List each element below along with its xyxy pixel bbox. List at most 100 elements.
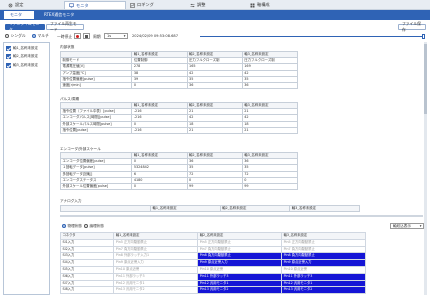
axis-list-label: 軸2_名称未設定: [13, 54, 38, 58]
tab-monitor-label: モニタ: [76, 2, 89, 8]
table-cell: 速度[r/min]: [59, 81, 133, 90]
stop-icon: [85, 34, 88, 38]
tab-monitor[interactable]: モニタ: [64, 1, 126, 9]
table-header-row: 軸1_名称未設定 軸2_名称未設定 軸3_名称未設定: [60, 204, 360, 213]
tab-axis-config[interactable]: 軸構成: [246, 1, 308, 9]
realtime-monitor-button[interactable]: リアルタイムモニタ: [5, 21, 45, 32]
subtab-bar: モニタ RTEX通信モニタ: [0, 10, 430, 20]
table-cell: Pin10 原点近傍: [281, 265, 366, 274]
radio-physical-label: 物理状態: [67, 223, 82, 228]
axis-checkbox[interactable]: [6, 45, 11, 51]
vertical-scrollbar-thumb[interactable]: [424, 44, 427, 114]
table-cell-active: Pin12 汎用モニタ1: [197, 279, 283, 288]
table-cell: SI8入力: [59, 286, 115, 295]
table-cell: Pin12 汎用モニタ1: [113, 279, 199, 288]
axis-config-icon: [250, 3, 255, 7]
horizontal-scrollbar[interactable]: [60, 215, 423, 217]
table-cell-active: Pin11 外部ラッチ3: [281, 272, 366, 281]
tab-logging-label: ロギング: [137, 2, 154, 7]
table-cell: SI4入力: [59, 259, 115, 267]
axis-list-label: 軸1_名称未設定: [13, 45, 38, 50]
encoder-table: 軸1_名称未設定 軸2_名称未設定 軸3_名称未設定 エンコーダ位置偏差[pul…: [59, 151, 299, 191]
radio-logical-label: 論理状態: [89, 223, 104, 228]
tab-logging[interactable]: ロギング: [126, 1, 186, 9]
table-cell: 99: [241, 182, 299, 191]
time-slider[interactable]: [200, 35, 424, 37]
axis-list-item[interactable]: 軸1_名称未設定: [4, 45, 49, 52]
axis-checkbox[interactable]: [6, 54, 11, 59]
radio-single-circle[interactable]: [5, 34, 9, 38]
file-playback-button[interactable]: ファイル再生モード: [46, 21, 84, 32]
radio-physical-circle[interactable]: [62, 224, 66, 228]
subtab-monitor[interactable]: モニタ: [4, 11, 34, 19]
table-cell: Pin5 正方向駆動禁止: [281, 238, 366, 247]
timestamp: 2024/02/09 09:53:08.687: [132, 34, 178, 38]
radio-logical[interactable]: 論理状態: [84, 223, 104, 229]
table-cell-active: Pin9 原点近傍入力: [281, 259, 366, 267]
table-cell: 36: [186, 81, 243, 90]
table-header-cell: 軸1_名称未設定: [149, 204, 221, 213]
table-cell: Pin5 正方向駆動禁止: [113, 238, 199, 247]
table-cell: SI5入力: [59, 265, 115, 274]
table-cell: Pin9 原点近傍入力: [113, 259, 199, 267]
record-button[interactable]: [74, 33, 81, 39]
table-header-cell: [60, 204, 151, 213]
axis-list-item[interactable]: 軸3_名称未設定: [4, 62, 49, 69]
top-nav: 設定 モニタ ロギング 調整 軸構成: [0, 0, 430, 10]
tab-adjust[interactable]: 調整: [186, 1, 246, 9]
axis-filter-value: 軸絞込表示: [393, 223, 411, 228]
pulse-table: 軸1_名称未設定 軸2_名称未設定 軸3_名称未設定 指令位置（ファイル中表）[…: [59, 101, 299, 135]
table-cell: 0: [131, 182, 188, 191]
table-cell: Pin10 原点近傍: [197, 265, 283, 274]
axis-checkbox[interactable]: [6, 62, 11, 68]
table-cell: Pin13 汎用モニタ2: [113, 286, 199, 295]
table-cell: Pin7 負方向駆動禁止: [281, 245, 366, 254]
table-cell: SI2入力: [59, 245, 115, 254]
chevron-down-icon: ▾: [123, 34, 126, 38]
internal-status-table: 軸1_名称未設定 軸2_名称未設定 軸3_名称未設定 制御モード 位置制御 圧力フル…: [59, 50, 299, 90]
stop-button[interactable]: [83, 33, 90, 39]
table-cell-active: Pin11 外部ラッチ3: [197, 272, 283, 281]
table-cell: Pin11 外部ラッチ3: [113, 272, 199, 281]
table-cell: 21: [241, 126, 299, 135]
radio-logical-circle[interactable]: [84, 224, 88, 228]
time-slider-thumb[interactable]: [422, 33, 425, 39]
table-row: SI7入力 Pin12 汎用モニタ1 Pin12 汎用モニタ1 Pin12 汎用モニタ…: [59, 279, 366, 288]
period-select[interactable]: 1s ▾: [104, 33, 128, 39]
axis-list-label: 軸3_名称未設定: [13, 62, 38, 67]
table1-title: 内部状態: [60, 45, 75, 49]
table-row: 指令位置[pulse] -216 21 21: [59, 126, 299, 135]
gear-icon: [8, 3, 13, 7]
table-cell: 0: [131, 81, 188, 90]
radio-multi-circle[interactable]: [32, 34, 36, 38]
table-header-cell: 軸2_名称未設定: [197, 232, 283, 240]
table-header-cell: 軸3_名称未設定: [289, 204, 360, 213]
table-header-cell: コネクタ: [59, 232, 115, 240]
table-cell: -216: [131, 126, 188, 135]
table-row: SI3入力 Pin8 外部ラッチ入力1 Pin8 負方向駆動禁止 Pin8 負方向駆動…: [59, 252, 366, 261]
table-cell: SI7入力: [59, 279, 115, 288]
table-row: SI2入力 Pin7 負方向駆動禁止 Pin7 負方向駆動禁止 Pin7 負方向駆動禁…: [59, 245, 366, 254]
record-icon: [76, 34, 79, 38]
radio-physical[interactable]: 物理状態: [62, 223, 82, 229]
file-save-button[interactable]: ファイル保存: [398, 21, 426, 32]
axis-filter-select[interactable]: 軸絞込表示 ▾: [390, 223, 424, 229]
radio-multi[interactable]: マルチ: [32, 33, 49, 39]
table-header-cell: 軸1_名称未設定: [113, 232, 199, 240]
logging-icon: [130, 2, 135, 8]
radio-single[interactable]: シングル: [5, 33, 26, 39]
subtab-rtex-monitor[interactable]: RTEX通信モニタ: [38, 11, 84, 19]
table-cell: 21: [186, 126, 243, 135]
table-cell-active: Pin13 汎用モニタ2: [281, 286, 366, 295]
axis-list-item[interactable]: 軸2_名称未設定: [4, 53, 49, 60]
table-cell: Pin7 負方向駆動禁止: [113, 245, 199, 254]
table-cell: Pin7 負方向駆動禁止: [197, 245, 283, 254]
tab-settings[interactable]: 設定: [4, 1, 64, 9]
axis-list-panel: 軸1_名称未設定 軸2_名称未設定 軸3_名称未設定: [3, 42, 50, 295]
table-row: 速度[r/min] 0 36 36: [59, 81, 299, 90]
table-row: SI5入力 Pin10 原点近傍 Pin10 原点近傍 Pin10 原点近傍: [59, 265, 366, 274]
table-header-cell: 軸3_名称未設定: [281, 232, 366, 240]
table-cell: Pin5 正方向駆動禁止: [197, 238, 283, 247]
adjust-icon: [190, 3, 195, 7]
tab-axis-config-label: 軸構成: [257, 2, 270, 7]
